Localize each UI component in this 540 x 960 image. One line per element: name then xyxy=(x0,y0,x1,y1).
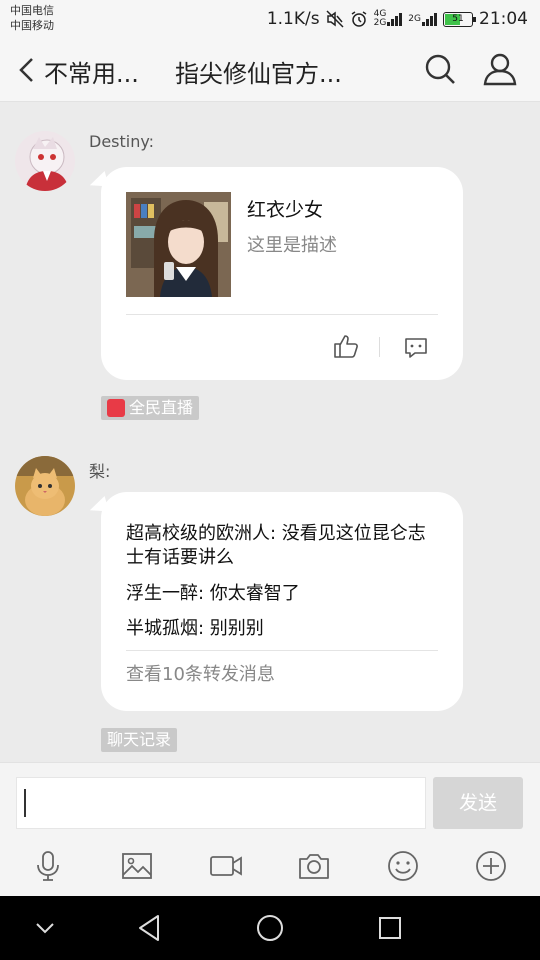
avatar-image xyxy=(15,456,75,516)
forward-line-1: 超高校级的欧洲人: 没看见这位昆仑志士有话要讲么 xyxy=(126,523,426,568)
signal-bars-icon xyxy=(387,12,403,26)
clock: 21:04 xyxy=(479,9,528,29)
source-tag-chat-history[interactable]: 聊天记录 xyxy=(101,728,178,752)
hide-nav-chevron-icon[interactable] xyxy=(29,912,61,944)
comment-icon[interactable] xyxy=(403,335,429,361)
message-input[interactable] xyxy=(16,777,426,829)
send-button[interactable]: 发送 xyxy=(433,777,523,829)
carrier-info: 中国电信 中国移动 xyxy=(10,3,54,33)
share-card-bubble[interactable]: 红衣少女 这里是描述 xyxy=(101,167,463,380)
search-icon[interactable] xyxy=(424,53,456,85)
source-tag-live[interactable]: 全民直播 xyxy=(101,396,200,420)
forward-line-2: 浮生一醉: 你太睿智了 xyxy=(126,583,300,604)
net-speed: 1.1K/s xyxy=(266,9,320,29)
carrier-1: 中国电信 xyxy=(10,4,54,17)
card-title: 红衣少女 xyxy=(247,199,324,221)
text-caret xyxy=(24,789,26,817)
view-forwarded-link[interactable]: 查看10条转发消息 xyxy=(126,660,275,686)
live-app-logo-icon xyxy=(107,399,125,417)
signal-bars-icon xyxy=(422,12,437,26)
card-description: 这里是描述 xyxy=(247,235,337,256)
carrier-2: 中国移动 xyxy=(10,19,54,32)
forward-line-3: 半城孤烟: 别别别 xyxy=(126,618,264,639)
back-label[interactable]: 不常用... xyxy=(44,54,139,89)
source-tag-label: 聊天记录 xyxy=(107,730,172,749)
signal-2: 2G xyxy=(408,12,437,26)
camera-icon[interactable] xyxy=(297,849,331,883)
sender-name: Destiny: xyxy=(89,132,155,151)
group-profile-icon[interactable] xyxy=(482,51,518,87)
signal-1: 4G 2G xyxy=(374,10,403,28)
video-icon[interactable] xyxy=(209,849,243,883)
title-bar: 不常用... 指尖修仙官方... xyxy=(0,38,540,102)
microphone-icon[interactable] xyxy=(31,849,65,883)
thumbs-up-icon[interactable] xyxy=(333,333,359,359)
avatar-li[interactable] xyxy=(15,456,75,516)
status-bar: 中国电信 中国移动 1.1K/s 4G 2G 2G 51 21:04 xyxy=(0,0,540,38)
alarm-icon xyxy=(351,11,367,27)
back-nav-icon[interactable] xyxy=(134,912,166,944)
composer-area: 发送 xyxy=(0,762,540,896)
mute-icon xyxy=(326,10,344,28)
status-indicators: 1.1K/s 4G 2G 2G 51 21:04 xyxy=(267,6,528,32)
image-icon[interactable] xyxy=(120,849,154,883)
emoji-icon[interactable] xyxy=(386,849,420,883)
plus-icon[interactable] xyxy=(474,849,508,883)
card-divider xyxy=(126,314,438,315)
back-arrow-icon[interactable] xyxy=(14,56,42,84)
battery-icon: 51 xyxy=(443,11,476,27)
sender-name: 梨: xyxy=(89,462,111,481)
recents-nav-icon[interactable] xyxy=(374,912,406,944)
forward-divider xyxy=(126,650,438,651)
card-thumbnail[interactable] xyxy=(126,192,231,297)
avatar-image xyxy=(15,131,75,191)
forwarded-chat-bubble[interactable]: 超高校级的欧洲人: 没看见这位昆仑志士有话要讲么 浮生一醉: 你太睿智了 半城孤… xyxy=(101,492,463,711)
action-separator xyxy=(379,337,380,357)
system-nav-bar xyxy=(0,896,540,960)
source-tag-label: 全民直播 xyxy=(129,398,194,417)
avatar-destiny[interactable] xyxy=(15,131,75,191)
page-title: 指尖修仙官方... xyxy=(175,60,342,88)
home-nav-icon[interactable] xyxy=(254,912,286,944)
